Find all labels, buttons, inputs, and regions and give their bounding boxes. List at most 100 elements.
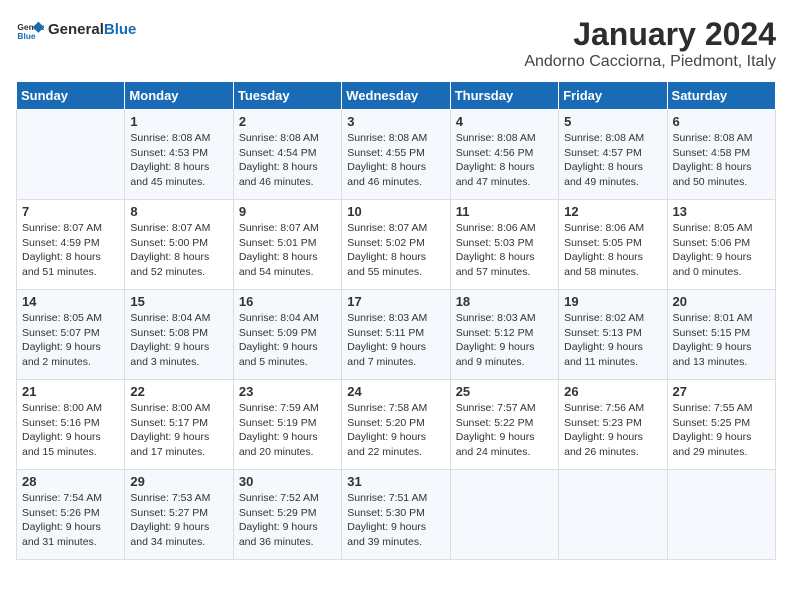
day-number: 8 (130, 204, 227, 219)
logo: General Blue GeneralBlue (16, 16, 136, 44)
calendar-cell: 20 Sunrise: 8:01 AMSunset: 5:15 PMDayligh… (667, 290, 775, 380)
calendar-cell: 22Sunrise: 8:00 AMSunset: 5:17 PMDayligh… (125, 380, 233, 470)
day-info: Sunrise: 8:08 AMSunset: 4:55 PMDaylight:… (347, 131, 444, 190)
day-number: 13 (673, 204, 770, 219)
day-info: Sunrise: 8:07 AMSunset: 5:02 PMDaylight:… (347, 221, 444, 280)
day-number: 14 (22, 294, 119, 309)
calendar-cell: 26 Sunrise: 7:56 AMSunset: 5:23 PMDayligh… (559, 380, 667, 470)
day-info: Sunrise: 7:55 AMSunset: 5:25 PMDaylight:… (673, 401, 770, 460)
day-number: 25 (456, 384, 553, 399)
day-number: 27 (673, 384, 770, 399)
day-number: 10 (347, 204, 444, 219)
calendar-cell: 29 Sunrise: 7:53 AMSunset: 5:27 PMDayligh… (125, 470, 233, 560)
day-header-monday: Monday (125, 82, 233, 110)
day-info: Sunrise: 8:07 AMSunset: 4:59 PMDaylight:… (22, 221, 119, 280)
day-header-friday: Friday (559, 82, 667, 110)
day-number: 5 (564, 114, 661, 129)
calendar-cell: 14Sunrise: 8:05 AMSunset: 5:07 PMDayligh… (17, 290, 125, 380)
calendar-cell: 5Sunrise: 8:08 AMSunset: 4:57 PMDaylight… (559, 110, 667, 200)
day-number: 7 (22, 204, 119, 219)
day-info: Sunrise: 8:07 AMSunset: 5:01 PMDaylight:… (239, 221, 336, 280)
week-row-4: 21Sunrise: 8:00 AMSunset: 5:16 PMDayligh… (17, 380, 776, 470)
day-info: Sunrise: 8:08 AMSunset: 4:54 PMDaylight:… (239, 131, 336, 190)
day-number: 11 (456, 204, 553, 219)
day-info: Sunrise: 7:56 AMSunset: 5:23 PMDaylight:… (564, 401, 661, 460)
svg-text:Blue: Blue (17, 31, 35, 41)
day-info: Sunrise: 8:06 AMSunset: 5:03 PMDaylight:… (456, 221, 553, 280)
calendar-cell: 19Sunrise: 8:02 AMSunset: 5:13 PMDayligh… (559, 290, 667, 380)
calendar-cell: 3 Sunrise: 8:08 AMSunset: 4:55 PMDaylight… (342, 110, 450, 200)
calendar-cell: 25Sunrise: 7:57 AMSunset: 5:22 PMDayligh… (450, 380, 558, 470)
day-header-saturday: Saturday (667, 82, 775, 110)
week-row-1: 1 Sunrise: 8:08 AMSunset: 4:53 PMDaylight… (17, 110, 776, 200)
day-info: Sunrise: 7:59 AMSunset: 5:19 PMDaylight:… (239, 401, 336, 460)
day-info: Sunrise: 7:52 AMSunset: 5:29 PMDaylight:… (239, 491, 336, 550)
day-number: 20 (673, 294, 770, 309)
page-title: January 2024 (524, 16, 776, 53)
calendar-cell: 28 Sunrise: 7:54 AMSunset: 5:26 PMDayligh… (17, 470, 125, 560)
day-number: 6 (673, 114, 770, 129)
day-number: 17 (347, 294, 444, 309)
day-info: Sunrise: 8:04 AMSunset: 5:09 PMDaylight:… (239, 311, 336, 370)
calendar-cell: 8 Sunrise: 8:07 AMSunset: 5:00 PMDaylight… (125, 200, 233, 290)
day-number: 12 (564, 204, 661, 219)
calendar-cell: 13 Sunrise: 8:05 AMSunset: 5:06 PMDayligh… (667, 200, 775, 290)
day-number: 1 (130, 114, 227, 129)
calendar-cell: 10 Sunrise: 8:07 AMSunset: 5:02 PMDayligh… (342, 200, 450, 290)
calendar-cell: 6 Sunrise: 8:08 AMSunset: 4:58 PMDaylight… (667, 110, 775, 200)
day-info: Sunrise: 7:53 AMSunset: 5:27 PMDaylight:… (130, 491, 227, 550)
logo-blue-text: Blue (104, 21, 137, 38)
day-number: 31 (347, 474, 444, 489)
calendar-cell: 18 Sunrise: 8:03 AMSunset: 5:12 PMDayligh… (450, 290, 558, 380)
day-number: 26 (564, 384, 661, 399)
day-info: Sunrise: 8:08 AMSunset: 4:53 PMDaylight:… (130, 131, 227, 190)
day-info: Sunrise: 8:07 AMSunset: 5:00 PMDaylight:… (130, 221, 227, 280)
calendar-cell: 9Sunrise: 8:07 AMSunset: 5:01 PMDaylight… (233, 200, 341, 290)
calendar-cell: 12 Sunrise: 8:06 AMSunset: 5:05 PMDayligh… (559, 200, 667, 290)
calendar-body: 1 Sunrise: 8:08 AMSunset: 4:53 PMDaylight… (17, 110, 776, 560)
day-info: Sunrise: 8:05 AMSunset: 5:06 PMDaylight:… (673, 221, 770, 280)
calendar-cell: 15 Sunrise: 8:04 AMSunset: 5:08 PMDayligh… (125, 290, 233, 380)
day-info: Sunrise: 7:58 AMSunset: 5:20 PMDaylight:… (347, 401, 444, 460)
calendar-cell: 1 Sunrise: 8:08 AMSunset: 4:53 PMDaylight… (125, 110, 233, 200)
calendar-cell (667, 470, 775, 560)
calendar-table: SundayMondayTuesdayWednesdayThursdayFrid… (16, 81, 776, 560)
logo-general-text: General (48, 21, 104, 38)
calendar-cell: 30 Sunrise: 7:52 AMSunset: 5:29 PMDayligh… (233, 470, 341, 560)
day-number: 24 (347, 384, 444, 399)
day-number: 29 (130, 474, 227, 489)
calendar-cell: 4 Sunrise: 8:08 AMSunset: 4:56 PMDaylight… (450, 110, 558, 200)
day-number: 18 (456, 294, 553, 309)
logo-icon: General Blue (16, 16, 44, 44)
calendar-cell: 31Sunrise: 7:51 AMSunset: 5:30 PMDayligh… (342, 470, 450, 560)
day-header-tuesday: Tuesday (233, 82, 341, 110)
day-info: Sunrise: 8:03 AMSunset: 5:12 PMDaylight:… (456, 311, 553, 370)
day-info: Sunrise: 8:04 AMSunset: 5:08 PMDaylight:… (130, 311, 227, 370)
calendar-cell: 2 Sunrise: 8:08 AMSunset: 4:54 PMDaylight… (233, 110, 341, 200)
day-number: 21 (22, 384, 119, 399)
day-number: 23 (239, 384, 336, 399)
title-block: January 2024 Andorno Cacciorna, Piedmont… (524, 16, 776, 71)
day-info: Sunrise: 8:03 AMSunset: 5:11 PMDaylight:… (347, 311, 444, 370)
day-header-sunday: Sunday (17, 82, 125, 110)
day-number: 30 (239, 474, 336, 489)
day-info: Sunrise: 7:54 AMSunset: 5:26 PMDaylight:… (22, 491, 119, 550)
day-number: 3 (347, 114, 444, 129)
calendar-cell: 17 Sunrise: 8:03 AMSunset: 5:11 PMDayligh… (342, 290, 450, 380)
week-row-3: 14Sunrise: 8:05 AMSunset: 5:07 PMDayligh… (17, 290, 776, 380)
calendar-cell: 7 Sunrise: 8:07 AMSunset: 4:59 PMDaylight… (17, 200, 125, 290)
day-info: Sunrise: 8:01 AMSunset: 5:15 PMDaylight:… (673, 311, 770, 370)
day-info: Sunrise: 8:06 AMSunset: 5:05 PMDaylight:… (564, 221, 661, 280)
page-header: General Blue GeneralBlue January 2024 An… (16, 16, 776, 71)
day-number: 4 (456, 114, 553, 129)
day-number: 15 (130, 294, 227, 309)
day-number: 22 (130, 384, 227, 399)
calendar-cell: 16Sunrise: 8:04 AMSunset: 5:09 PMDayligh… (233, 290, 341, 380)
days-header-row: SundayMondayTuesdayWednesdayThursdayFrid… (17, 82, 776, 110)
day-info: Sunrise: 8:08 AMSunset: 4:56 PMDaylight:… (456, 131, 553, 190)
day-number: 28 (22, 474, 119, 489)
day-number: 2 (239, 114, 336, 129)
day-info: Sunrise: 8:08 AMSunset: 4:58 PMDaylight:… (673, 131, 770, 190)
calendar-cell (17, 110, 125, 200)
day-number: 19 (564, 294, 661, 309)
